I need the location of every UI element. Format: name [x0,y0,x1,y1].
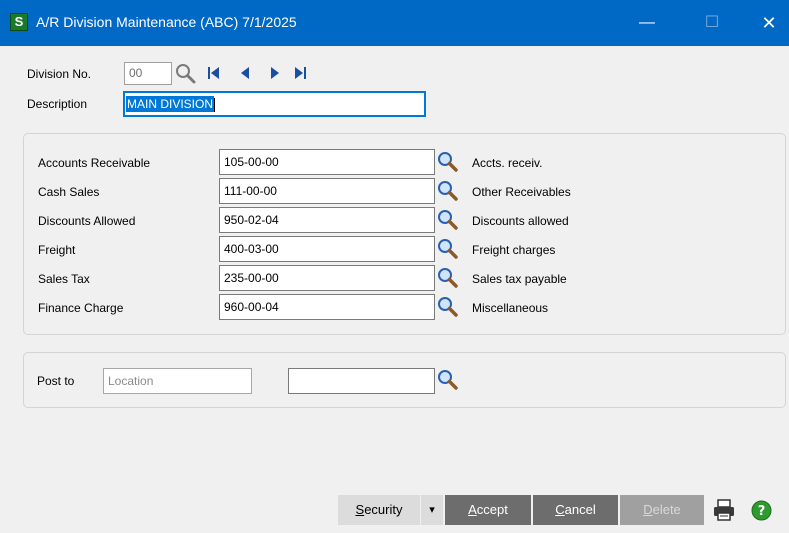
minimize-button[interactable]: — [624,0,670,46]
cancel-label: ancel [564,502,596,517]
discounts-allowed-lookup-icon[interactable] [436,208,458,230]
post-to-lookup-icon[interactable] [436,368,458,390]
accounts-receivable-label: Accounts Receivable [38,156,151,170]
security-label: ecurity [364,502,403,517]
last-record-icon[interactable] [294,64,308,82]
finance-charge-lookup-icon[interactable] [436,295,458,317]
cancel-mnemonic: C [555,502,565,517]
description-value: MAIN DIVISION [126,96,215,112]
discounts-allowed-input[interactable]: 950-02-04 [219,207,435,233]
cash-sales-desc: Other Receivables [472,185,571,199]
sales-tax-lookup-icon[interactable] [436,266,458,288]
window-title: A/R Division Maintenance (ABC) 7/1/2025 [36,14,297,30]
cancel-button[interactable]: Cancel [533,495,618,525]
division-no-label: Division No. [27,67,92,81]
text-cursor [214,97,216,112]
accounts-receivable-desc: Accts. receiv. [472,156,543,170]
previous-record-icon[interactable] [238,64,252,82]
division-no-field[interactable]: 00 [124,62,172,85]
freight-lookup-icon[interactable] [436,237,458,259]
delete-mnemonic: D [643,502,653,517]
cash-sales-lookup-icon[interactable] [436,179,458,201]
sage-app-icon[interactable]: S [10,13,28,31]
delete-label: elete [652,502,681,517]
next-record-icon[interactable] [268,64,282,82]
sales-tax-desc: Sales tax payable [472,272,567,286]
freight-label: Freight [38,243,76,257]
delete-button[interactable]: Delete [620,495,704,525]
security-button[interactable]: Security [338,495,420,525]
post-to-label: Post to [37,374,75,388]
close-button[interactable]: ✕ [746,0,789,46]
sales-tax-label: Sales Tax [38,272,90,286]
finance-charge-desc: Miscellaneous [472,301,549,315]
title-bar[interactable]: S A/R Division Maintenance (ABC) 7/1/202… [0,0,789,46]
description-input[interactable]: MAIN DIVISION [123,91,426,117]
post-to-location-input[interactable] [288,368,435,394]
finance-charge-label: Finance Charge [38,301,124,315]
discounts-allowed-desc: Discounts allowed [472,214,569,228]
first-record-icon[interactable] [206,64,220,82]
accounts-receivable-lookup-icon[interactable] [436,150,458,172]
svg-text:?: ? [758,504,766,519]
accept-mnemonic: A [468,502,477,517]
freight-input[interactable]: 400-03-00 [219,236,435,262]
security-mnemonic: S [355,502,365,517]
post-to-type-field[interactable]: Location [103,368,252,394]
division-lookup-icon[interactable] [174,62,196,84]
security-dropdown-button[interactable]: ▾ [421,495,443,525]
accept-label: ccept [476,502,508,517]
accept-button[interactable]: Accept [445,495,531,525]
cash-sales-label: Cash Sales [38,185,100,199]
cash-sales-input[interactable]: 111-00-00 [219,178,435,204]
accounts-receivable-input[interactable]: 105-00-00 [219,149,435,175]
freight-desc: Freight charges [472,243,556,257]
sales-tax-input[interactable]: 235-00-00 [219,265,435,291]
discounts-allowed-label: Discounts Allowed [38,214,136,228]
maximize-button[interactable]: ☐ [689,0,735,46]
printer-icon[interactable] [712,499,736,521]
help-icon[interactable]: ? [751,500,772,521]
description-label: Description [27,97,88,111]
finance-charge-input[interactable]: 960-00-04 [219,294,435,320]
